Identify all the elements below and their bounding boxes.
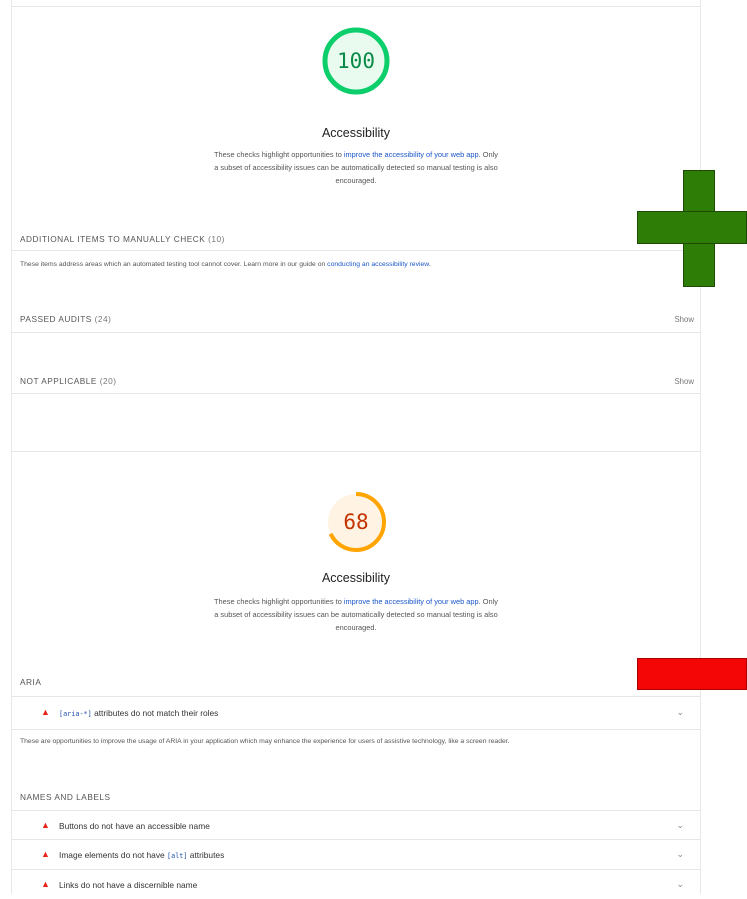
audit-row-button-name[interactable]: ▲ Buttons do not have an accessible name… bbox=[20, 820, 694, 840]
audit-label: [aria-*] attributes do not match their r… bbox=[59, 708, 218, 718]
desc-text: These checks highlight opportunities to bbox=[214, 150, 344, 159]
fail-triangle-icon: ▲ bbox=[41, 849, 50, 859]
red-minus-icon bbox=[637, 658, 747, 690]
chevron-down-icon[interactable]: ⌄ bbox=[676, 820, 684, 831]
group-count: (10) bbox=[208, 234, 225, 244]
report-panel: 100 Accessibility These checks highlight… bbox=[11, 0, 701, 894]
group-title-text: PASSED AUDITS bbox=[20, 314, 92, 324]
group-count: (20) bbox=[99, 376, 117, 386]
improve-accessibility-link[interactable]: improve the accessibility of your web ap… bbox=[344, 597, 479, 606]
audit-text: attributes bbox=[187, 850, 225, 860]
names-labels-header: NAMES AND LABELS bbox=[20, 792, 111, 802]
divider bbox=[12, 729, 700, 730]
chevron-down-icon[interactable]: ⌄ bbox=[676, 707, 684, 718]
not-applicable-header[interactable]: NOT APPLICABLE (20) bbox=[20, 376, 117, 386]
audit-label: Image elements do not have [alt] attribu… bbox=[59, 850, 224, 860]
aria-description: These are opportunities to improve the u… bbox=[20, 738, 510, 745]
audit-row-link-name[interactable]: ▲ Links do not have a discernible name ⌄ bbox=[20, 879, 694, 899]
divider bbox=[12, 810, 700, 811]
score-gauge-100: 100 bbox=[321, 26, 391, 96]
manual-check-description: These items address areas which an autom… bbox=[20, 261, 431, 268]
chevron-down-icon[interactable]: ⌄ bbox=[676, 849, 684, 860]
divider bbox=[12, 696, 700, 697]
category-title: Accessibility bbox=[321, 126, 391, 140]
divider bbox=[12, 839, 700, 840]
group-count: (24) bbox=[94, 314, 112, 324]
category-title: Accessibility bbox=[321, 571, 391, 585]
manual-check-header[interactable]: ADDITIONAL ITEMS TO MANUALLY CHECK (10) bbox=[20, 234, 225, 244]
category-description: These checks highlight opportunities to … bbox=[211, 148, 501, 187]
desc-text: These checks highlight opportunities to bbox=[214, 597, 344, 606]
divider bbox=[12, 6, 700, 7]
aria-group-header: ARIA bbox=[20, 677, 42, 687]
audit-label: Buttons do not have an accessible name bbox=[59, 821, 210, 831]
chevron-down-icon[interactable]: ⌄ bbox=[676, 879, 684, 890]
score-gauge-68: 68 bbox=[323, 489, 389, 555]
fail-triangle-icon: ▲ bbox=[41, 879, 50, 889]
audit-text: Image elements do not have bbox=[59, 850, 168, 860]
category-description: These checks highlight opportunities to … bbox=[211, 595, 501, 634]
desc-text: These items address areas which an autom… bbox=[20, 261, 328, 268]
fail-triangle-icon: ▲ bbox=[41, 820, 50, 830]
audit-row-aria-roles[interactable]: ▲ [aria-*] attributes do not match their… bbox=[20, 707, 694, 727]
divider bbox=[12, 869, 700, 870]
accessibility-review-link[interactable]: conducting an accessibility review bbox=[327, 261, 429, 268]
audit-code: [aria-*] bbox=[59, 710, 92, 718]
score-value: 68 bbox=[343, 510, 369, 534]
score-value: 100 bbox=[337, 49, 375, 73]
audit-label: Links do not have a discernible name bbox=[59, 880, 198, 890]
improve-accessibility-link[interactable]: improve the accessibility of your web ap… bbox=[344, 150, 479, 159]
desc-text: . bbox=[428, 261, 431, 268]
audit-text: attributes do not match their roles bbox=[91, 708, 219, 718]
show-not-applicable-button[interactable]: Show bbox=[674, 377, 694, 386]
divider bbox=[12, 250, 700, 251]
group-title-text: ADDITIONAL ITEMS TO MANUALLY CHECK bbox=[20, 234, 206, 244]
section-divider bbox=[12, 451, 700, 452]
group-title-text: NOT APPLICABLE bbox=[20, 376, 97, 386]
divider bbox=[12, 393, 700, 394]
audit-row-image-alt[interactable]: ▲ Image elements do not have [alt] attri… bbox=[20, 849, 694, 869]
passed-audits-header[interactable]: PASSED AUDITS (24) bbox=[20, 314, 111, 324]
fail-triangle-icon: ▲ bbox=[41, 707, 50, 717]
audit-code: [alt] bbox=[167, 852, 188, 860]
green-plus-icon bbox=[684, 212, 714, 243]
show-passed-button[interactable]: Show bbox=[674, 315, 694, 324]
divider bbox=[12, 332, 700, 333]
